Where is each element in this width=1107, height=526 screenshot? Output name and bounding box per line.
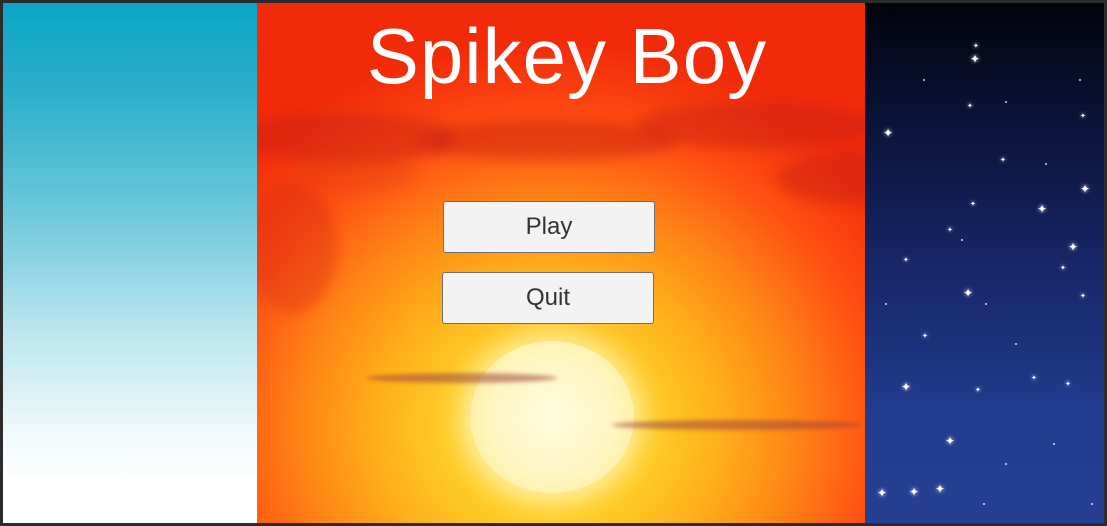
star-dot bbox=[1005, 101, 1007, 103]
thin-cloud bbox=[612, 420, 862, 430]
star-icon: ✦ bbox=[877, 486, 888, 500]
star-icon: ✦ bbox=[1080, 112, 1086, 120]
star-icon: ✦ bbox=[1060, 264, 1066, 272]
quit-button[interactable]: Quit bbox=[442, 272, 654, 324]
star-icon: ✦ bbox=[922, 332, 928, 340]
star-icon: ✦ bbox=[970, 200, 976, 208]
star-icon: ✦ bbox=[967, 102, 973, 110]
game-title: Spikey Boy bbox=[366, 12, 768, 100]
star-dot bbox=[1045, 163, 1047, 165]
cloud bbox=[777, 153, 865, 203]
star-dot bbox=[961, 239, 963, 241]
star-dot bbox=[1091, 503, 1093, 505]
game-viewport: Spikey Boy Play Quit ✦ ✦ ✦ ✦ ✦ ✦ ✦ ✦ ✦ ✦… bbox=[0, 0, 1107, 526]
star-icon: ✦ bbox=[1068, 240, 1079, 254]
star-icon: ✦ bbox=[947, 226, 953, 234]
sun bbox=[470, 341, 634, 493]
star-icon: ✦ bbox=[1080, 292, 1086, 300]
star-dot bbox=[1005, 463, 1007, 465]
star-dot bbox=[985, 303, 987, 305]
star-icon: ✦ bbox=[970, 52, 981, 66]
cloud bbox=[257, 183, 337, 313]
night-sky-panel: ✦ ✦ ✦ ✦ ✦ ✦ ✦ ✦ ✦ ✦ ✦ ✦ ✦ ✦ ✦ ✦ ✦ ✦ ✦ ✦ … bbox=[865, 3, 1104, 523]
star-icon: ✦ bbox=[883, 126, 894, 140]
star-icon: ✦ bbox=[1000, 156, 1006, 164]
star-dot bbox=[1079, 79, 1081, 81]
star-icon: ✦ bbox=[901, 380, 912, 394]
star-icon: ✦ bbox=[1037, 202, 1048, 216]
star-icon: ✦ bbox=[909, 485, 920, 499]
thin-cloud bbox=[367, 373, 557, 383]
star-icon: ✦ bbox=[1065, 380, 1071, 388]
play-button[interactable]: Play bbox=[443, 201, 655, 253]
cloud bbox=[637, 103, 865, 149]
star-icon: ✦ bbox=[963, 286, 974, 300]
star-icon: ✦ bbox=[1031, 374, 1037, 382]
star-dot bbox=[885, 303, 887, 305]
sunset-background-panel: Spikey Boy Play Quit bbox=[257, 3, 865, 523]
star-icon: ✦ bbox=[973, 42, 979, 50]
star-icon: ✦ bbox=[1080, 182, 1091, 196]
star-dot bbox=[1015, 343, 1017, 345]
star-dot bbox=[983, 503, 985, 505]
star-dot bbox=[923, 79, 925, 81]
star-icon: ✦ bbox=[945, 434, 956, 448]
cloud bbox=[297, 153, 417, 193]
star-icon: ✦ bbox=[975, 386, 981, 394]
day-sky-panel bbox=[3, 3, 257, 523]
star-dot bbox=[1053, 443, 1055, 445]
star-icon: ✦ bbox=[935, 482, 946, 496]
star-icon: ✦ bbox=[903, 256, 909, 264]
